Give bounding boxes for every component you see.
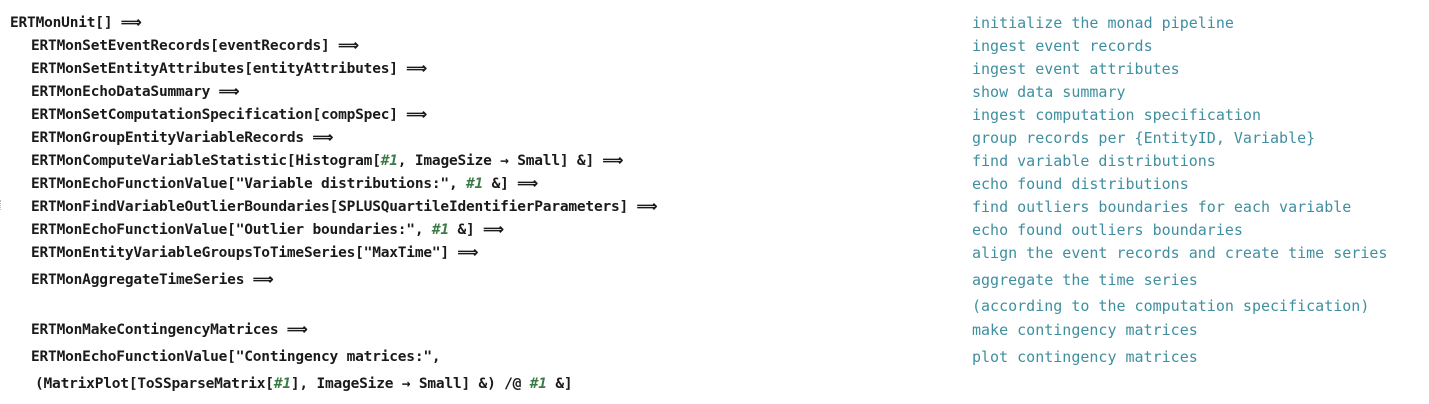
comment: initialize the monad pipeline <box>972 14 1234 32</box>
comment: make contingency matrices <box>972 321 1198 339</box>
code-fragment: &] ⟹ <box>483 176 538 192</box>
comment: ingest computation specification <box>972 106 1261 124</box>
comment: (according to the computation specificat… <box>972 297 1370 315</box>
code-line: ERTMonGroupEntityVariableRecords ⟹ <box>31 130 334 146</box>
code-fragment: ERTMonEchoFunctionValue["Variable distri… <box>31 176 467 192</box>
cell-bracket-mark <box>0 200 4 210</box>
code-line: ERTMonFindVariableOutlierBoundaries[SPLU… <box>31 199 658 215</box>
code-line: ERTMonAggregateTimeSeries ⟹ <box>31 272 274 288</box>
slot-symbol: #1 <box>380 153 398 169</box>
comment: echo found outliers boundaries <box>972 221 1243 239</box>
code-line: (MatrixPlot[ToSSparseMatrix[#1], ImageSi… <box>35 374 573 394</box>
comment: group records per {EntityID, Variable} <box>972 129 1316 147</box>
code-fragment: ERTMonEchoFunctionValue["Outlier boundar… <box>31 222 432 238</box>
code-line: ERTMonComputeVariableStatistic[Histogram… <box>31 151 623 171</box>
comment: ingest event attributes <box>972 60 1180 78</box>
slot-symbol: #1 <box>466 176 484 192</box>
code-fragment: &] <box>546 376 573 392</box>
comment: echo found distributions <box>972 175 1189 193</box>
code-line: ERTMonEchoFunctionValue["Variable distri… <box>31 174 538 194</box>
code-line: ERTMonEntityVariableGroupsToTimeSeries["… <box>31 245 479 261</box>
comment: show data summary <box>972 83 1126 101</box>
code-fragment: (MatrixPlot[ToSSparseMatrix[ <box>35 376 274 392</box>
slot-symbol: #1 <box>529 376 547 392</box>
comment: find outliers boundaries for each variab… <box>972 198 1352 216</box>
code-line: ERTMonMakeContingencyMatrices ⟹ <box>31 322 308 338</box>
notebook-cell: { "code_lines": [ {"id": "l0", "text": "… <box>0 0 1429 404</box>
code-line: ERTMonEchoDataSummary ⟹ <box>31 84 240 100</box>
comment: find variable distributions <box>972 152 1216 170</box>
code-fragment: ERTMonComputeVariableStatistic[Histogram… <box>31 153 381 169</box>
comment: ingest event records <box>972 37 1153 55</box>
code-fragment: , ImageSize → Small] &] ⟹ <box>397 153 624 169</box>
code-line: ERTMonSetComputationSpecification[compSp… <box>31 107 427 123</box>
code-line: ERTMonEchoFunctionValue["Outlier boundar… <box>31 220 504 240</box>
code-fragment: &] ⟹ <box>448 222 504 238</box>
slot-symbol: #1 <box>431 222 449 238</box>
slot-symbol: #1 <box>273 376 291 392</box>
comment: plot contingency matrices <box>972 348 1198 366</box>
comment: align the event records and create time … <box>972 244 1388 262</box>
comment: aggregate the time series <box>972 271 1198 289</box>
code-line: ERTMonUnit[] ⟹ <box>10 15 142 31</box>
code-fragment: ], ImageSize → Small] &) /@ <box>290 376 530 392</box>
code-line: ERTMonEchoFunctionValue["Contingency mat… <box>31 349 441 365</box>
code-line: ERTMonSetEntityAttributes[entityAttribut… <box>31 61 427 77</box>
code-line: ERTMonSetEventRecords[eventRecords] ⟹ <box>31 38 359 54</box>
